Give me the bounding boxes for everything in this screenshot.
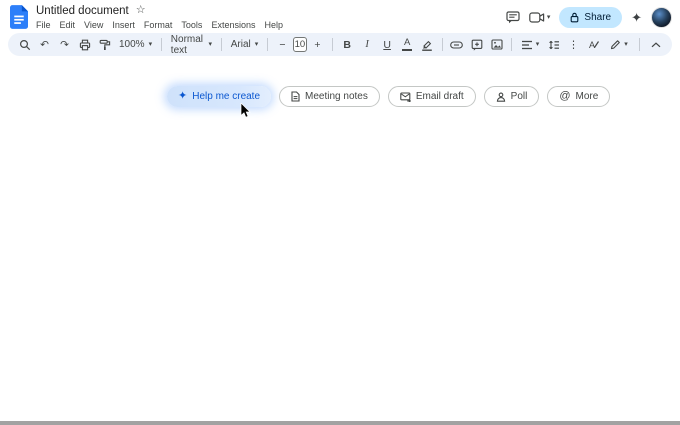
print-icon[interactable]: [75, 36, 94, 54]
editing-mode-caret-icon: ▾: [624, 41, 628, 48]
document-icon: [291, 91, 300, 102]
gemini-sparkle-icon[interactable]: ✦: [631, 11, 642, 24]
zoom-caret-icon: ▾: [149, 41, 153, 48]
menu-insert[interactable]: Insert: [112, 20, 135, 30]
svg-text:A: A: [589, 40, 595, 50]
app-header: Untitled document ☆ File Edit View Inser…: [0, 0, 680, 33]
open-comments-icon[interactable]: [506, 11, 520, 24]
person-icon: [496, 92, 506, 102]
toolbar-divider: [442, 38, 443, 51]
chip-poll[interactable]: Poll: [484, 86, 540, 107]
menu-edit[interactable]: Edit: [60, 20, 76, 30]
menu-extensions[interactable]: Extensions: [211, 20, 255, 30]
font-select[interactable]: Arial ▾: [227, 39, 263, 50]
align-icon[interactable]: ▾: [517, 36, 543, 54]
text-color-icon: A: [402, 38, 412, 51]
google-docs-logo-icon[interactable]: [10, 5, 28, 34]
font-value: Arial: [231, 39, 251, 50]
decrease-font-size-button[interactable]: −: [273, 36, 292, 54]
chip-label: Meeting notes: [305, 91, 368, 102]
align-caret-icon: ▾: [536, 41, 540, 48]
chip-label: Help me create: [192, 91, 260, 102]
chip-label: Email draft: [416, 91, 464, 102]
zoom-value: 100%: [119, 39, 145, 50]
menu-help[interactable]: Help: [264, 20, 283, 30]
highlight-color-icon[interactable]: [418, 36, 437, 54]
increase-font-size-button[interactable]: +: [308, 36, 327, 54]
paragraph-style-select[interactable]: Normal text ▾: [167, 34, 216, 56]
building-block-chips: ✦ Help me create Meeting notes Email dra…: [167, 86, 610, 107]
header-main: Untitled document ☆ File Edit View Inser…: [36, 4, 506, 30]
chip-help-me-create[interactable]: ✦ Help me create: [167, 86, 271, 107]
menu-format[interactable]: Format: [144, 20, 173, 30]
redo-icon[interactable]: ↷: [55, 36, 74, 54]
zoom-select[interactable]: 100% ▾: [115, 39, 156, 50]
toolbar-divider: [267, 38, 268, 51]
italic-button[interactable]: I: [358, 36, 377, 54]
user-avatar[interactable]: [651, 7, 672, 28]
text-color-button[interactable]: A: [398, 36, 417, 54]
share-button-label: Share: [584, 12, 611, 23]
toolbar-right-cluster: A ▾: [584, 36, 665, 54]
chip-label: Poll: [511, 91, 528, 102]
envelope-icon: [400, 92, 411, 102]
more-options-icon[interactable]: ⋮: [564, 36, 583, 54]
style-caret-icon: ▾: [209, 41, 213, 48]
bold-button[interactable]: B: [338, 36, 357, 54]
menu-view[interactable]: View: [84, 20, 103, 30]
editing-mode-icon[interactable]: ▾: [605, 36, 633, 54]
search-menus-icon[interactable]: [15, 36, 34, 54]
toolbar-divider: [221, 38, 222, 51]
line-spacing-icon[interactable]: [544, 36, 563, 54]
add-comment-icon[interactable]: [467, 36, 486, 54]
font-size-field[interactable]: 10: [293, 37, 307, 52]
header-actions: ▾ Share ✦: [506, 4, 672, 28]
hide-menus-icon[interactable]: [646, 36, 665, 54]
menu-bar: File Edit View Insert Format Tools Exten…: [36, 20, 506, 30]
toolbar-divider: [332, 38, 333, 51]
document-canvas[interactable]: ✦ Help me create Meeting notes Email dra…: [0, 56, 680, 421]
undo-icon[interactable]: ↶: [35, 36, 54, 54]
join-call-icon[interactable]: ▾: [529, 12, 551, 23]
menu-tools[interactable]: Tools: [181, 20, 202, 30]
insert-link-icon[interactable]: [447, 36, 466, 54]
document-title-row: Untitled document ☆: [36, 4, 506, 17]
sparkle-icon: ✦: [178, 91, 187, 102]
paint-format-icon[interactable]: [95, 36, 114, 54]
document-title[interactable]: Untitled document: [36, 5, 129, 17]
underline-button[interactable]: U: [378, 36, 397, 54]
toolbar-divider: [161, 38, 162, 51]
toolbar-divider: [639, 38, 640, 51]
bottom-edge-bar: [0, 421, 680, 425]
star-document-icon[interactable]: ☆: [136, 5, 146, 16]
mouse-cursor-icon: [240, 103, 251, 119]
join-call-caret-icon[interactable]: ▾: [547, 14, 551, 21]
share-button[interactable]: Share: [559, 7, 622, 28]
menu-file[interactable]: File: [36, 20, 51, 30]
toolbar-divider: [511, 38, 512, 51]
insert-image-icon[interactable]: [487, 36, 506, 54]
lock-icon: [570, 12, 579, 23]
paragraph-style-value: Normal text: [171, 34, 205, 56]
chip-email-draft[interactable]: Email draft: [388, 86, 476, 107]
chip-label: More: [576, 91, 599, 102]
chip-more[interactable]: @ More: [547, 86, 610, 107]
at-symbol-icon: @: [559, 91, 570, 102]
toolbar: ↶ ↷ 100% ▾ Normal text ▾ Arial ▾ − 10 + …: [8, 33, 672, 56]
font-caret-icon: ▾: [255, 41, 259, 48]
pen-tool-icon[interactable]: A: [584, 36, 603, 54]
chip-meeting-notes[interactable]: Meeting notes: [279, 86, 380, 107]
